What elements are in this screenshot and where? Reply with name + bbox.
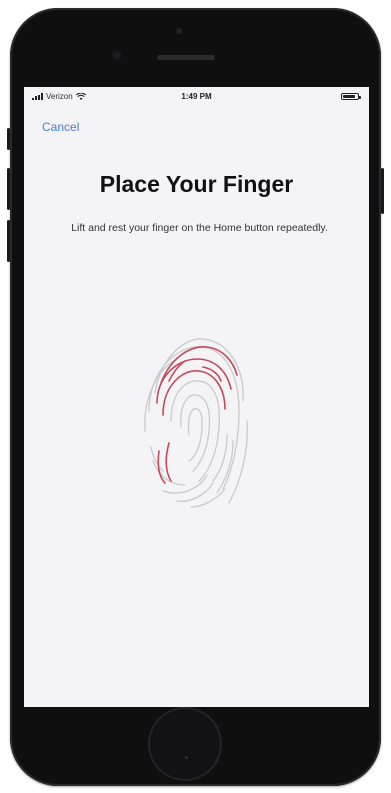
home-button-mark xyxy=(185,756,188,759)
screen: Verizon 1:49 PM Cancel Place Your Finger… xyxy=(24,87,369,707)
instruction-text: Lift and rest your finger on the Home bu… xyxy=(71,222,328,234)
fingerprint-icon xyxy=(141,331,253,511)
status-bar: Verizon 1:49 PM xyxy=(24,87,369,107)
proximity-sensor xyxy=(176,28,182,34)
status-time: 1:49 PM xyxy=(181,92,212,101)
earpiece-speaker xyxy=(157,55,215,60)
volume-up-button xyxy=(7,168,10,210)
battery-level xyxy=(343,95,355,98)
page-title: Place Your Finger xyxy=(99,171,294,197)
cancel-button[interactable]: Cancel xyxy=(42,120,79,134)
battery-icon xyxy=(341,93,361,100)
power-button xyxy=(381,168,384,214)
home-button[interactable] xyxy=(148,707,222,781)
volume-down-button xyxy=(7,220,10,262)
mute-switch xyxy=(7,128,10,150)
front-camera xyxy=(112,50,122,60)
